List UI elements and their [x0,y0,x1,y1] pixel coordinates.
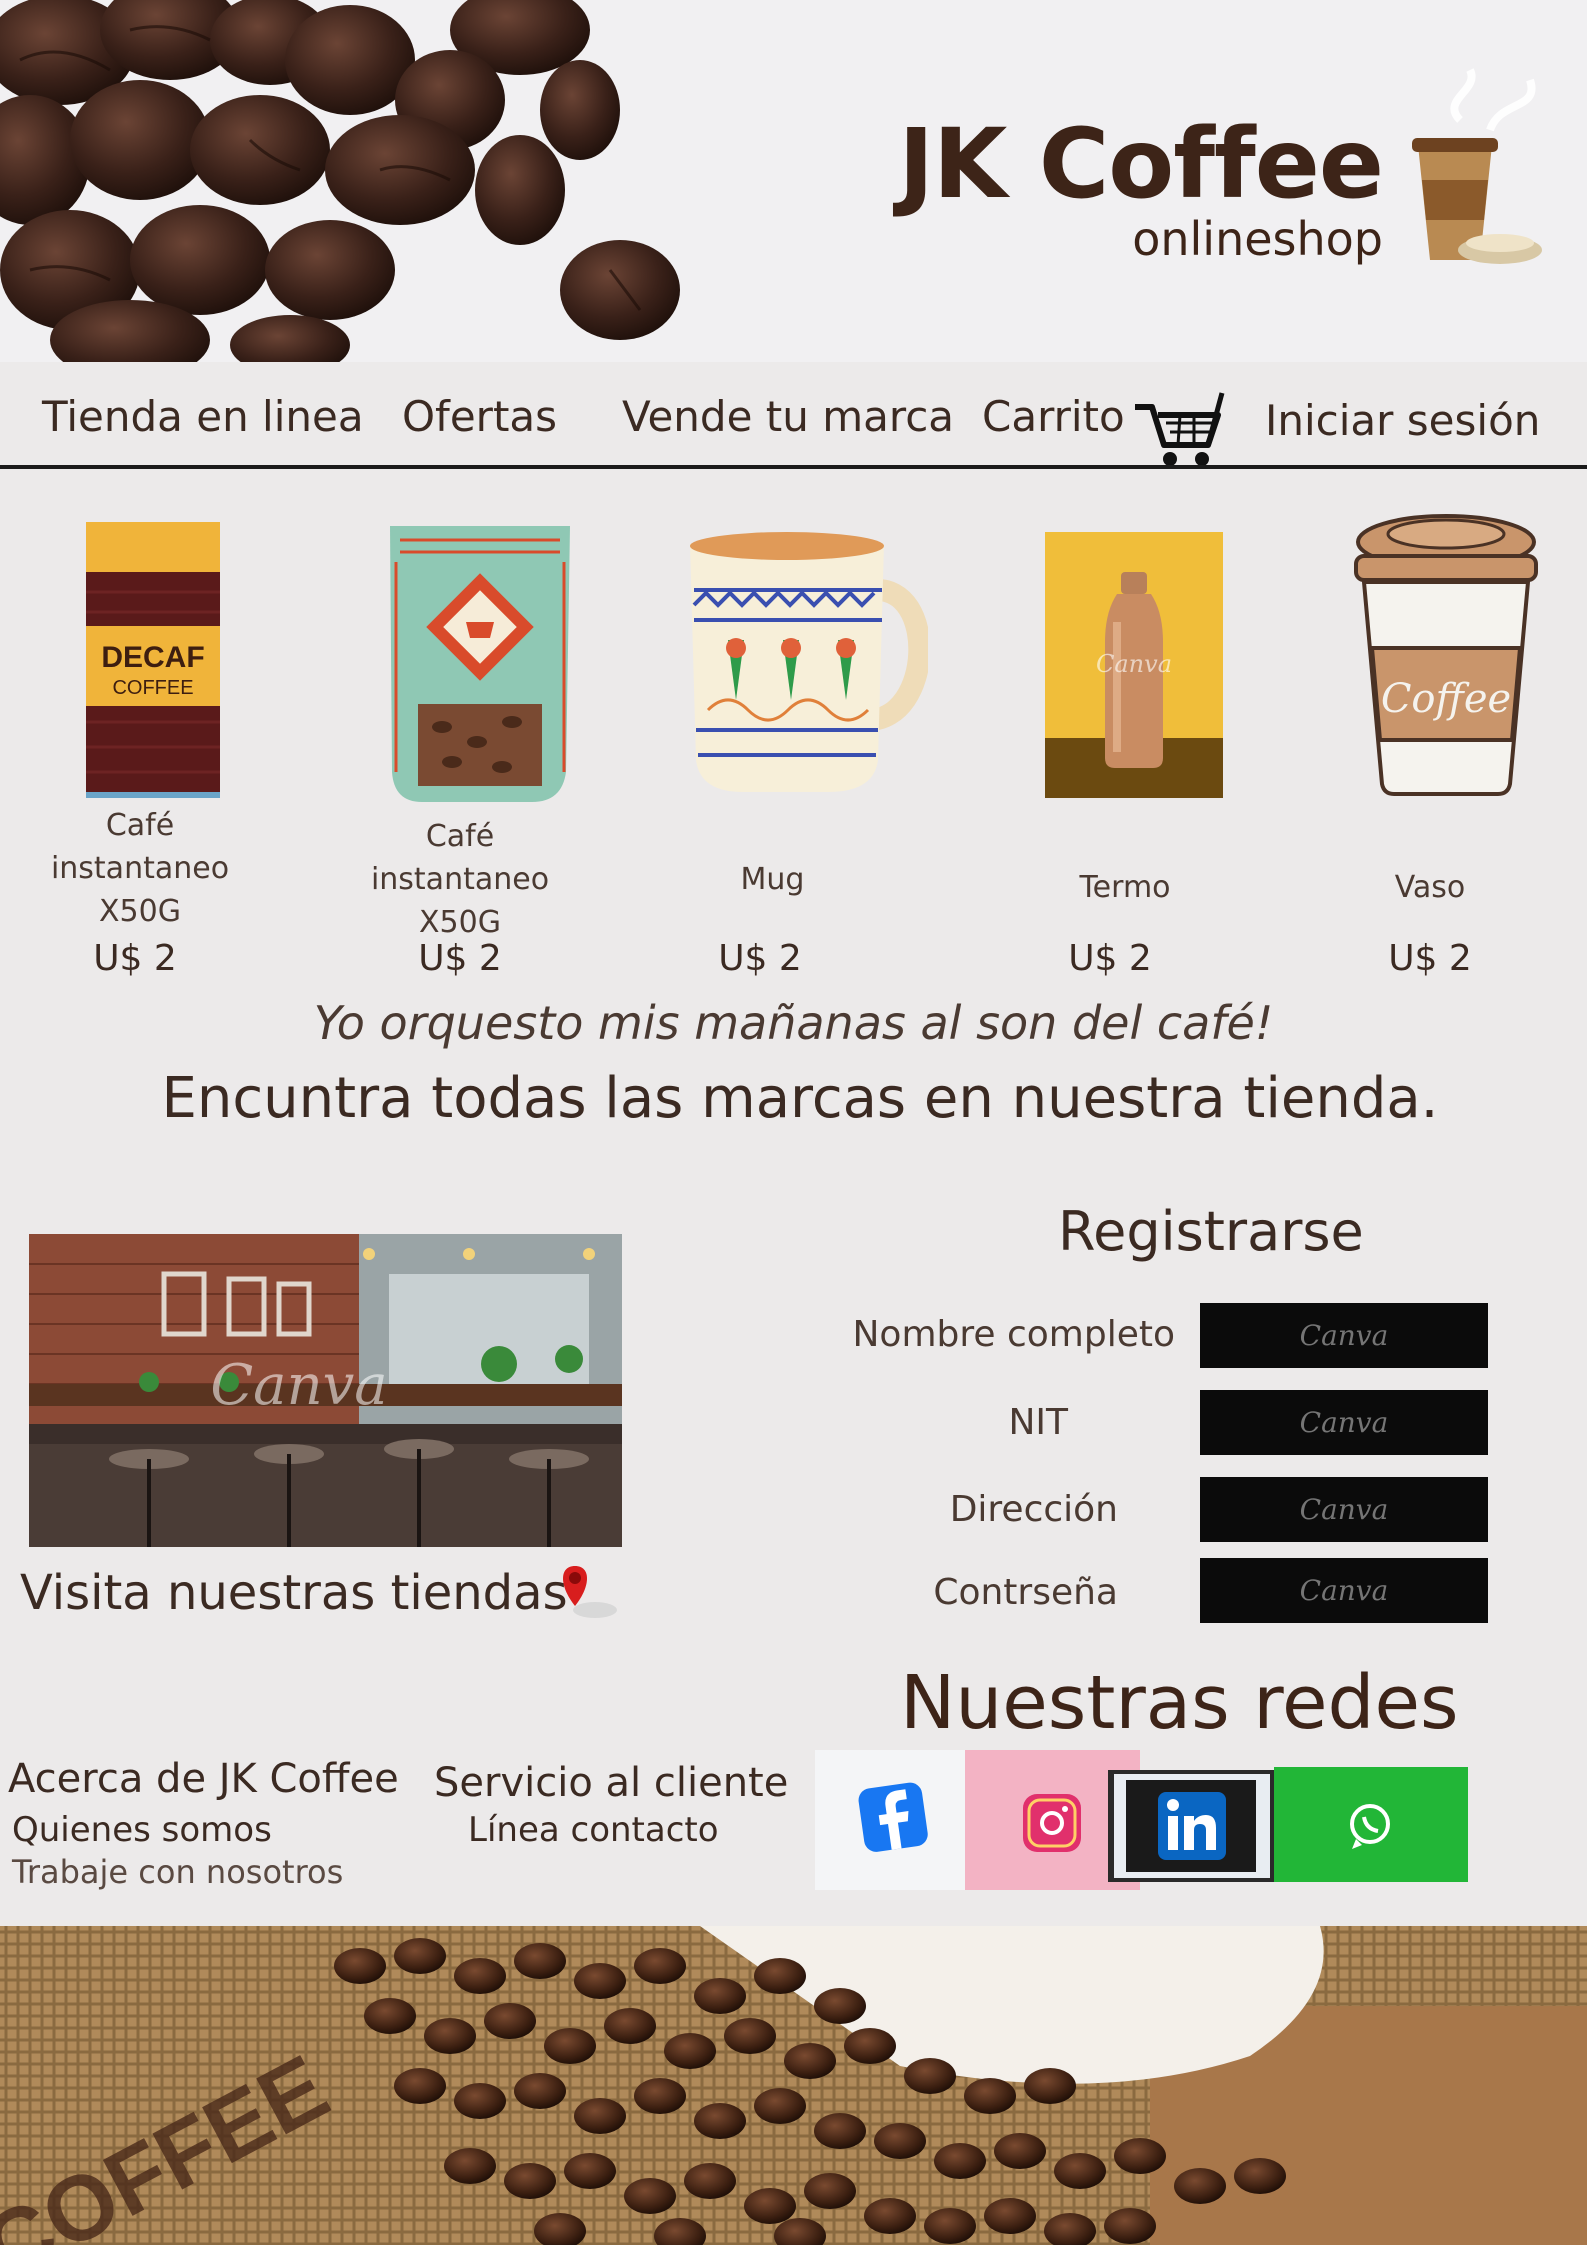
product-image-mug[interactable] [688,530,928,795]
nav-iniciar-sesion[interactable]: Iniciar sesión [1265,396,1540,445]
register-label: NIT [1008,1402,1068,1443]
takeaway-coffee-icon [1412,68,1542,264]
coffee-beans-image [0,0,720,362]
tagline: Yo orquesto mis mañanas al son del café! [313,996,1274,1050]
register-title: Registrarse [1058,1200,1364,1263]
register-label: Dirección [949,1489,1118,1530]
nav-carrito[interactable]: Carrito [982,392,1125,441]
linkedin-icon[interactable] [1108,1770,1276,1882]
product-name[interactable]: Café instantaneo X50G [40,804,240,933]
header-banner: JK Coffee onlineshop [0,0,1587,362]
product-name[interactable]: Vaso [1370,866,1490,909]
coffee-sack-image: COFFEE [0,1926,1587,2245]
nav-tienda-en-linea[interactable]: Tienda en linea [42,392,364,441]
product-name[interactable]: Termo [1050,866,1200,909]
visit-stores-link[interactable]: Visita nuestras tiendas [20,1565,568,1621]
product-image-decaf[interactable]: DECAF COFFEE [86,522,220,798]
address-input[interactable] [1200,1477,1488,1542]
nav-divider [0,465,1587,469]
product-name[interactable]: Café instantaneo X50G [360,815,560,944]
shopping-cart-icon[interactable] [1130,385,1225,470]
location-pin-icon[interactable] [555,1562,625,1622]
product-price: U$ 2 [93,938,177,979]
product-price: U$ 2 [1068,938,1152,979]
nav-vende-tu-marca[interactable]: Vende tu marca [622,392,954,441]
nit-input[interactable] [1200,1390,1488,1455]
product-image-coffee-bag[interactable] [382,522,578,806]
footer-service-heading: Servicio al cliente [434,1760,789,1806]
product-price: U$ 2 [1388,938,1472,979]
store-photo[interactable]: Canva [29,1234,622,1547]
decaf-label: DECAF [101,641,204,674]
product-price: U$ 2 [418,938,502,979]
product-image-vaso[interactable]: Coffee [1350,512,1542,798]
canva-watermark: Canva [210,1353,387,1418]
cup-coffee-text: Coffee [1381,676,1511,722]
product-name[interactable]: Mug [700,858,845,901]
whatsapp-icon[interactable] [1274,1767,1468,1882]
register-label: Nombre completo [852,1314,1175,1355]
brand-title: JK Coffee [898,108,1384,220]
footer-link-quienes-somos[interactable]: Quienes somos [12,1810,272,1850]
register-label: Contrseña [933,1572,1118,1613]
headline: Encuntra todas las marcas en nuestra tie… [161,1066,1439,1131]
nav-ofertas[interactable]: Ofertas [402,392,557,441]
facebook-icon[interactable] [815,1750,965,1890]
password-input[interactable] [1200,1558,1488,1623]
footer-link-trabaje[interactable]: Trabaje con nosotros [12,1853,343,1891]
coffee-label: COFFEE [112,677,193,699]
footer-link-contacto[interactable]: Línea contacto [468,1810,719,1850]
product-price: U$ 2 [718,938,802,979]
product-image-termo[interactable]: Canva [1045,532,1223,798]
footer-about-heading: Acerca de JK Coffee [8,1756,399,1802]
brand-subtitle: onlineshop [1132,212,1383,266]
social-title: Nuestras redes [900,1660,1459,1746]
canva-watermark: Canva [1096,650,1172,678]
full-name-input[interactable] [1200,1303,1488,1368]
